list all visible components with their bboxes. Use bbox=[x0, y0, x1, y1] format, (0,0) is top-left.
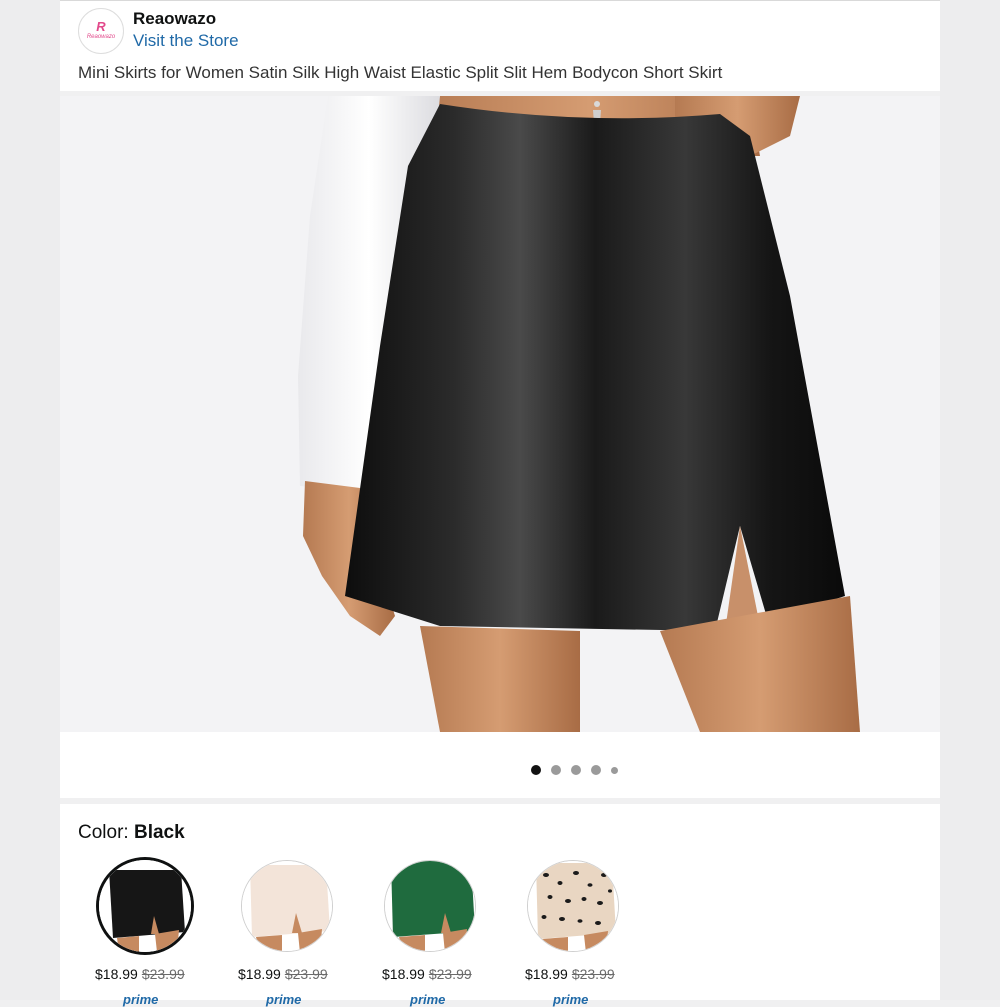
price-list: $23.99 bbox=[141, 966, 185, 982]
store-logo-wordmark: Reaowazo bbox=[86, 34, 116, 40]
swatch-leopard-image bbox=[528, 861, 618, 951]
price-list: $23.99 bbox=[284, 966, 328, 982]
visit-store-link[interactable]: Visit the Store bbox=[133, 31, 239, 51]
product-image[interactable] bbox=[60, 96, 940, 732]
carousel-dot-2[interactable] bbox=[551, 765, 561, 775]
image-carousel-indicator bbox=[60, 732, 940, 798]
price-current: $18.99 bbox=[525, 966, 568, 982]
color-swatch-black[interactable] bbox=[99, 860, 191, 952]
color-selector: Color: Black $18.99 $23.99 prime $18.99 $2… bbox=[60, 804, 940, 1007]
swatch-black-image bbox=[99, 860, 191, 952]
price-leopard: $18.99 $23.99 bbox=[525, 966, 655, 982]
price-current: $18.99 bbox=[95, 966, 138, 982]
price-black: $18.99 $23.99 bbox=[95, 966, 225, 982]
color-swatch-green[interactable] bbox=[384, 860, 476, 952]
carousel-dot-4[interactable] bbox=[591, 765, 601, 775]
price-current: $18.99 bbox=[382, 966, 425, 982]
carousel-dot-3[interactable] bbox=[571, 765, 581, 775]
carousel-dot-5[interactable] bbox=[611, 766, 618, 774]
store-logo[interactable]: R Reaowazo bbox=[78, 8, 124, 54]
swatch-champagne-image bbox=[242, 861, 332, 951]
color-swatch-champagne[interactable] bbox=[241, 860, 333, 952]
price-green: $18.99 $23.99 bbox=[382, 966, 512, 982]
store-logo-monogram: R bbox=[96, 19, 106, 34]
carousel-dot-1[interactable] bbox=[531, 765, 541, 775]
price-current: $18.99 bbox=[238, 966, 281, 982]
page-edge-right bbox=[940, 0, 1000, 1000]
swatch-green-image bbox=[385, 861, 475, 951]
product-title: Mini Skirts for Women Satin Silk High Wa… bbox=[78, 63, 723, 82]
selected-color-name: Black bbox=[133, 822, 185, 843]
product-header: R Reaowazo Reaowazo Visit the Store Mini… bbox=[60, 0, 940, 91]
color-label-prefix: Color: bbox=[78, 822, 134, 843]
price-list: $23.99 bbox=[571, 966, 615, 982]
color-swatch-leopard[interactable] bbox=[527, 860, 619, 952]
price-list: $23.99 bbox=[428, 966, 472, 982]
page-edge-left bbox=[0, 0, 60, 1000]
store-name: Reaowazo bbox=[133, 9, 217, 28]
color-label: Color: Black bbox=[78, 822, 185, 844]
price-champagne: $18.99 $23.99 bbox=[238, 966, 368, 982]
skirt-photo bbox=[298, 96, 860, 732]
